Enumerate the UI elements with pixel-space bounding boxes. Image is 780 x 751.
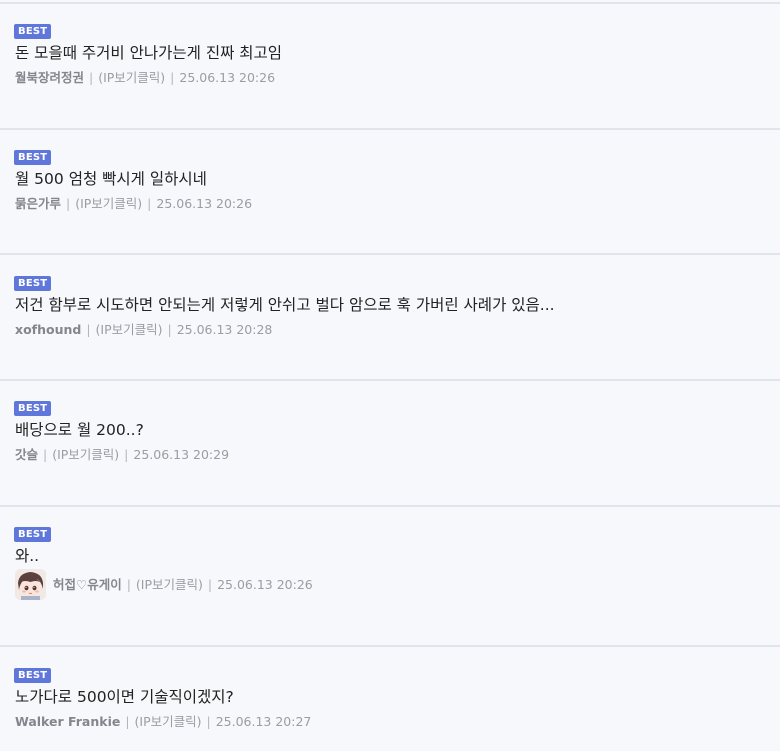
meta-separator: | xyxy=(147,196,152,211)
best-badge: BEST xyxy=(14,24,52,39)
best-badge: BEST xyxy=(14,527,52,542)
ip-view-link[interactable]: (IP보기클릭) xyxy=(52,447,119,462)
meta-separator: | xyxy=(86,322,91,337)
meta-separator: | xyxy=(66,196,71,211)
meta-separator: | xyxy=(125,714,130,729)
author-name[interactable]: Walker Frankie xyxy=(15,714,120,729)
comment-text: 저건 함부로 시도하면 안되는게 저렇게 안쉬고 벌다 암으로 훅 가버린 사례… xyxy=(15,296,555,314)
best-badge: BEST xyxy=(14,668,52,683)
best-badge: BEST xyxy=(14,276,52,291)
author-name[interactable]: 허접♡유게이 xyxy=(53,577,122,592)
comment-datetime: 25.06.13 20:26 xyxy=(217,577,313,592)
comment-datetime: 25.06.13 20:26 xyxy=(179,70,276,85)
comment-text: 배당으로 월 200..? xyxy=(15,421,144,439)
ip-view-link[interactable]: (IP보기클릭) xyxy=(136,577,203,592)
comment-list: BEST 돈 모을때 주거비 안나가는게 진짜 최고임 월북장려정권 | (IP… xyxy=(0,0,780,751)
comment-meta: 갓슬 | (IP보기클릭) | 25.06.13 20:29 xyxy=(15,446,229,464)
divider xyxy=(0,253,780,255)
best-badge: BEST xyxy=(14,401,52,416)
meta-separator: | xyxy=(167,322,172,337)
comment-text: 돈 모을때 주거비 안나가는게 진짜 최고임 xyxy=(15,44,283,62)
ip-view-link[interactable]: (IP보기클릭) xyxy=(98,70,165,85)
anime-character-avatar-icon[interactable] xyxy=(15,569,46,600)
comment-datetime: 25.06.13 20:28 xyxy=(176,322,273,337)
meta-separator: | xyxy=(89,70,94,85)
comment-meta: Walker Frankie | (IP보기클릭) | 25.06.13 20:… xyxy=(15,713,311,731)
ip-view-link[interactable]: (IP보기클릭) xyxy=(135,714,202,729)
comment-datetime: 25.06.13 20:29 xyxy=(133,447,230,462)
meta-separator: | xyxy=(124,447,129,462)
meta-separator: | xyxy=(126,577,131,592)
comment-text: 와.. xyxy=(15,547,40,565)
divider xyxy=(0,2,780,4)
comment-text: 월 500 엄청 빡시게 일하시네 xyxy=(15,170,207,188)
comment-datetime: 25.06.13 20:27 xyxy=(215,714,312,729)
author-name[interactable]: 갓슬 xyxy=(15,447,38,462)
meta-separator: | xyxy=(207,577,213,592)
author-name[interactable]: 묽은가루 xyxy=(15,196,61,211)
divider xyxy=(0,379,780,381)
meta-separator: | xyxy=(170,70,175,85)
comment-meta: 월북장려정권 | (IP보기클릭) | 25.06.13 20:26 xyxy=(15,69,275,87)
comment-text: 노가다로 500이면 기술직이겠지? xyxy=(15,688,234,706)
best-badge: BEST xyxy=(14,150,52,165)
comment-meta: 허접♡유게이 | (IP보기클릭) | 25.06.13 20:26 xyxy=(53,576,313,594)
comment-meta: 묽은가루 | (IP보기클릭) | 25.06.13 20:26 xyxy=(15,195,252,213)
author-name[interactable]: 월북장려정권 xyxy=(15,70,84,85)
divider xyxy=(0,128,780,130)
author-name[interactable]: xofhound xyxy=(15,322,81,337)
divider xyxy=(0,645,780,647)
ip-view-link[interactable]: (IP보기클릭) xyxy=(96,322,163,337)
divider xyxy=(0,505,780,507)
meta-separator: | xyxy=(206,714,211,729)
meta-separator: | xyxy=(43,447,48,462)
comment-datetime: 25.06.13 20:26 xyxy=(156,196,253,211)
ip-view-link[interactable]: (IP보기클릭) xyxy=(75,196,142,211)
comment-meta: xofhound | (IP보기클릭) | 25.06.13 20:28 xyxy=(15,321,272,339)
